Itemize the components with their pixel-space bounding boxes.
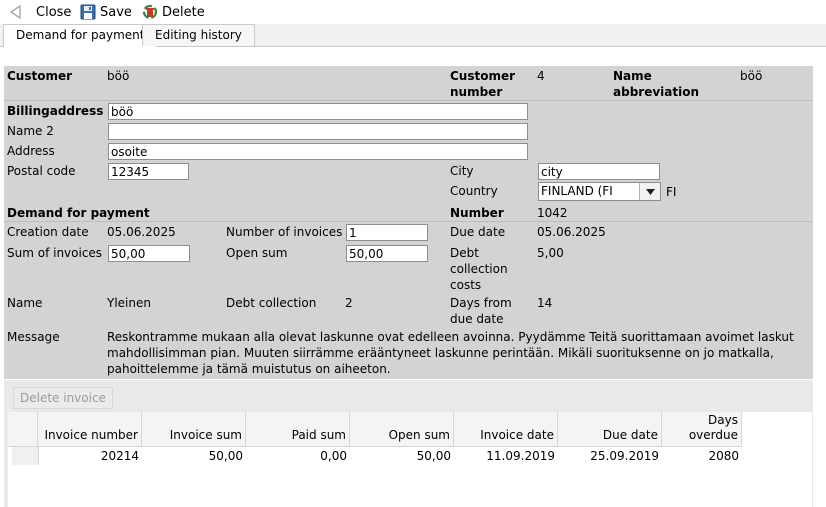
country-select-value: FINLAND (FI xyxy=(541,184,613,198)
days-from-due-date-label-1: Days from xyxy=(450,296,512,310)
open-sum-input[interactable] xyxy=(346,245,428,262)
cell-invoice-number[interactable]: 20214 xyxy=(38,447,142,465)
number-of-invoices-input[interactable] xyxy=(346,224,428,241)
divider xyxy=(4,221,813,222)
days-from-due-date-value: 14 xyxy=(537,296,553,310)
divider xyxy=(4,100,813,101)
delete-invoice-button[interactable]: Delete invoice xyxy=(13,387,113,409)
close-button[interactable]: Close xyxy=(8,3,71,21)
demand-number-value: 1042 xyxy=(537,206,568,220)
address-input[interactable] xyxy=(108,143,528,160)
floppy-disk-icon xyxy=(80,4,96,20)
header-paid-sum[interactable]: Paid sum xyxy=(246,412,350,446)
name-value: Yleinen xyxy=(107,296,151,310)
message-label: Message xyxy=(7,330,60,344)
customer-value: böö xyxy=(107,69,130,83)
header-days-overdue-line-2: overdue xyxy=(688,428,738,442)
billingaddress-label: Billingaddress xyxy=(7,104,104,118)
debt-collection-value: 2 xyxy=(345,296,353,310)
name-abbreviation-value: böö xyxy=(740,69,763,83)
save-button[interactable]: Save xyxy=(80,3,132,21)
recycle-delete-icon xyxy=(142,4,158,20)
address-label: Address xyxy=(7,144,55,158)
header-invoice-date[interactable]: Invoice date xyxy=(454,412,558,446)
cell-invoice-sum[interactable]: 50,00 xyxy=(142,447,246,465)
sum-of-invoices-input[interactable] xyxy=(108,245,190,262)
sum-of-invoices-label: Sum of invoices xyxy=(7,246,103,260)
delete-label: Delete xyxy=(162,4,205,20)
delete-button[interactable]: Delete xyxy=(142,3,205,21)
message-line-2: mahdollisimman pian. Muuten siirrämme er… xyxy=(107,346,774,360)
demand-section-label: Demand for payment xyxy=(7,206,150,220)
country-select[interactable]: FINLAND (FI xyxy=(538,182,661,201)
creation-date-label: Creation date xyxy=(7,225,89,239)
customer-number-value: 4 xyxy=(537,69,545,83)
toolbar: Close Save Delete xyxy=(0,0,826,24)
cell-invoice-date[interactable]: 11.09.2019 xyxy=(454,447,558,465)
debt-collection-costs-label-1: Debt xyxy=(450,246,479,260)
close-label: Close xyxy=(36,4,72,20)
name-label: Name xyxy=(7,296,43,310)
cell-paid-sum[interactable]: 0,00 xyxy=(246,447,350,465)
tab-editing-history[interactable]: Editing history xyxy=(142,24,255,46)
country-label: Country xyxy=(450,184,498,198)
country-code: FI xyxy=(666,185,677,199)
name-abbreviation-label-1: Name xyxy=(613,69,652,83)
header-days-overdue[interactable]: Days overdue xyxy=(662,412,742,446)
invoice-grid: Invoice number Invoice sum Paid sum Open… xyxy=(8,412,812,507)
header-invoice-sum[interactable]: Invoice sum xyxy=(142,412,246,446)
postal-code-label: Postal code xyxy=(7,164,76,178)
invoice-grid-panel: Delete invoice Invoice number Invoice su… xyxy=(4,380,813,507)
debt-collection-costs-label-2: collection xyxy=(450,262,508,276)
city-input[interactable] xyxy=(538,163,660,180)
tab-bar: Demand for payment Editing history xyxy=(0,24,826,47)
due-date-label: Due date xyxy=(450,225,506,239)
header-due-date[interactable]: Due date xyxy=(558,412,662,446)
days-from-due-date-label-2: due date xyxy=(450,312,504,326)
open-sum-label: Open sum xyxy=(226,246,288,260)
save-label: Save xyxy=(100,4,132,20)
row-selector[interactable] xyxy=(12,447,39,465)
row-selector-header xyxy=(8,412,38,446)
tab-demand-for-payment[interactable]: Demand for payment xyxy=(3,24,158,47)
triangle-left-icon xyxy=(8,4,24,20)
customer-number-label-2: number xyxy=(450,85,503,99)
billingaddress-input[interactable] xyxy=(108,103,528,120)
header-days-overdue-line-1: Days xyxy=(708,413,738,427)
message-line-3: pahoittelemme ja tämä muistutus on aihee… xyxy=(107,362,391,376)
customer-label: Customer xyxy=(7,69,73,83)
due-date-value: 05.06.2025 xyxy=(537,225,606,239)
header-invoice-number[interactable]: Invoice number xyxy=(38,412,142,446)
demand-number-label: Number xyxy=(450,206,504,220)
demand-form: Customer böö Customer number 4 Name abbr… xyxy=(4,66,813,379)
cell-open-sum[interactable]: 50,00 xyxy=(350,447,454,465)
chevron-down-icon[interactable] xyxy=(639,183,660,200)
message-line-1: Reskontramme mukaan alla olevat laskunne… xyxy=(107,330,794,344)
cell-days-overdue[interactable]: 2080 xyxy=(662,447,742,465)
cell-due-date[interactable]: 25.09.2019 xyxy=(558,447,662,465)
header-open-sum[interactable]: Open sum xyxy=(350,412,454,446)
city-label: City xyxy=(450,164,474,178)
name2-label: Name 2 xyxy=(7,124,54,138)
number-of-invoices-label: Number of invoices xyxy=(226,225,343,239)
debt-collection-costs-label-3: costs xyxy=(450,278,482,292)
name-abbreviation-label-2: abbreviation xyxy=(613,85,700,99)
customer-number-label-1: Customer xyxy=(450,69,516,83)
creation-date-value: 05.06.2025 xyxy=(107,225,176,239)
debt-collection-label: Debt collection xyxy=(226,296,317,310)
debt-collection-costs-value: 5,00 xyxy=(537,246,564,260)
postal-code-input[interactable] xyxy=(108,163,189,180)
name2-input[interactable] xyxy=(108,123,528,140)
